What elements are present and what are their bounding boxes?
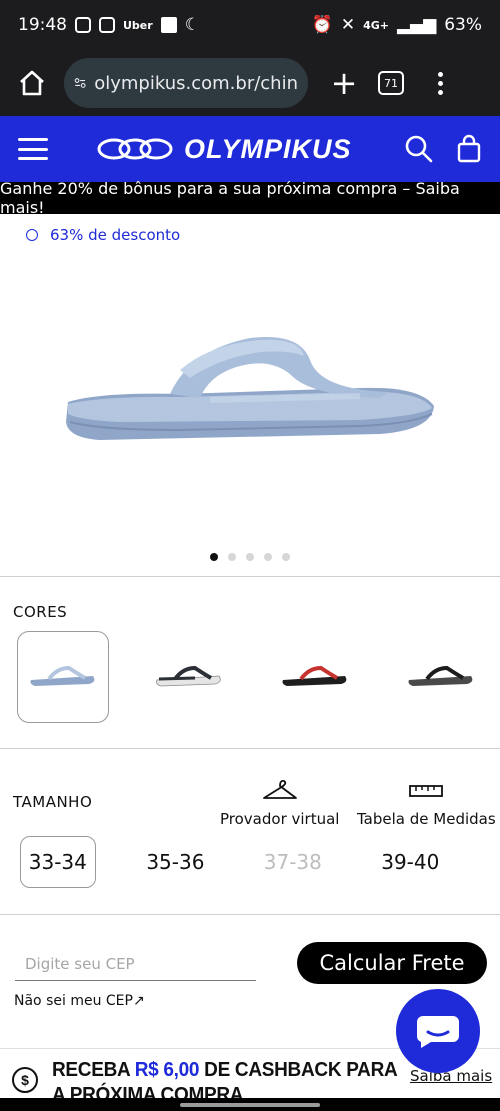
calculate-shipping-button[interactable]: Calcular Frete (297, 942, 487, 984)
size-option-35-36[interactable]: 35-36 (138, 836, 213, 888)
circle-icon (26, 229, 38, 241)
divider (0, 914, 500, 915)
size-option-37-38: 37-38 (263, 850, 322, 874)
no-cep-link[interactable]: Não sei meu CEP↗ (14, 993, 145, 1009)
cep-input[interactable] (15, 947, 256, 981)
new-tab-button[interactable]: + (324, 63, 364, 103)
carousel-dot[interactable] (282, 553, 290, 561)
mute-icon: ✕ (340, 15, 356, 35)
browser-toolbar: olympikus.com.br/chin + 71 (0, 50, 500, 116)
home-icon (20, 70, 44, 96)
chat-button[interactable] (396, 989, 480, 1073)
cashback-text: RECEBA R$ 6,00 DE CASHBACK PARA A PRÓXIM… (52, 1059, 397, 1100)
size-option-33-34[interactable]: 33-34 (20, 836, 96, 888)
status-bar: 19:48 Uber ☾ ⏰ ✕ 4G+ ▂▄▆ 63% (0, 0, 500, 50)
sandal-thumbnail (408, 666, 473, 686)
tab-count: 71 (384, 76, 398, 90)
sandal-thumbnail (30, 666, 95, 686)
instagram-icon (99, 17, 115, 33)
shopping-bag-icon[interactable] (456, 134, 482, 164)
size-option-39-40[interactable]: 39-40 (373, 836, 448, 888)
site-header: OLYMPIKUS (0, 116, 500, 182)
network-type: 4G+ (363, 18, 389, 32)
plus-icon: + (330, 64, 358, 102)
virtual-fitting-button[interactable]: Provador virtual (220, 778, 339, 828)
search-icon[interactable] (404, 134, 434, 164)
instagram-icon (75, 17, 91, 33)
gesture-bar (0, 1098, 500, 1111)
url-text: olympikus.com.br/chin (94, 72, 298, 94)
menu-icon[interactable] (18, 138, 48, 160)
size-title: TAMANHO (13, 793, 93, 811)
color-swatch-black-grey[interactable] (395, 631, 487, 723)
carousel-dot[interactable] (246, 553, 254, 561)
data-icon (160, 17, 177, 33)
more-menu-button[interactable] (430, 63, 450, 103)
moon-icon: ☾ (184, 15, 200, 35)
sandal-thumbnail (282, 666, 347, 686)
virtual-fitting-label: Provador virtual (220, 810, 340, 828)
color-swatch-black-red[interactable] (269, 631, 361, 723)
alarm-icon: ⏰ (311, 15, 333, 35)
color-options (17, 631, 487, 723)
brand-logo[interactable]: OLYMPIKUS (96, 134, 352, 165)
divider (0, 576, 500, 577)
tab-switcher-button[interactable]: 71 (378, 71, 404, 95)
carousel-dot[interactable] (264, 553, 272, 561)
sandal-thumbnail (156, 666, 221, 687)
dollar-icon: $ (12, 1067, 38, 1093)
size-chart-label: Tabela de Medidas (357, 810, 496, 828)
brand-name: OLYMPIKUS (184, 133, 352, 164)
clock: 19:48 (18, 15, 67, 35)
signal-icon: ▂▄▆ (396, 15, 437, 35)
battery-level: 63% (444, 15, 482, 35)
chat-bubble-icon (416, 1016, 459, 1048)
olympic-rings-icon (97, 138, 173, 160)
product-image[interactable] (60, 330, 440, 450)
ruler-icon (409, 785, 444, 797)
colors-title: CORES (13, 603, 68, 621)
color-swatch-black-white[interactable] (143, 631, 235, 723)
uber-icon: Uber (123, 18, 153, 32)
carousel-dot[interactable] (228, 553, 236, 561)
discount-badge: 63% de desconto (26, 226, 180, 244)
url-bar[interactable]: olympikus.com.br/chin (64, 58, 308, 108)
home-button[interactable] (12, 63, 52, 103)
promo-banner[interactable]: Ganhe 20% de bônus para a sua próxima co… (0, 179, 500, 217)
size-chart-button[interactable]: Tabela de Medidas (357, 778, 496, 828)
size-options: 33-34 35-36 37-38 39-40 (20, 836, 490, 890)
color-swatch-light-blue[interactable] (17, 631, 109, 723)
promo-text: Ganhe 20% de bônus para a sua próxima co… (0, 179, 460, 217)
hanger-icon (262, 779, 297, 799)
divider (0, 748, 500, 749)
discount-text: 63% de desconto (50, 226, 181, 244)
carousel-dots (0, 553, 500, 561)
cashback-amount: R$ 6,00 (134, 1059, 200, 1082)
site-settings-icon (74, 78, 86, 88)
carousel-dot[interactable] (210, 553, 218, 561)
